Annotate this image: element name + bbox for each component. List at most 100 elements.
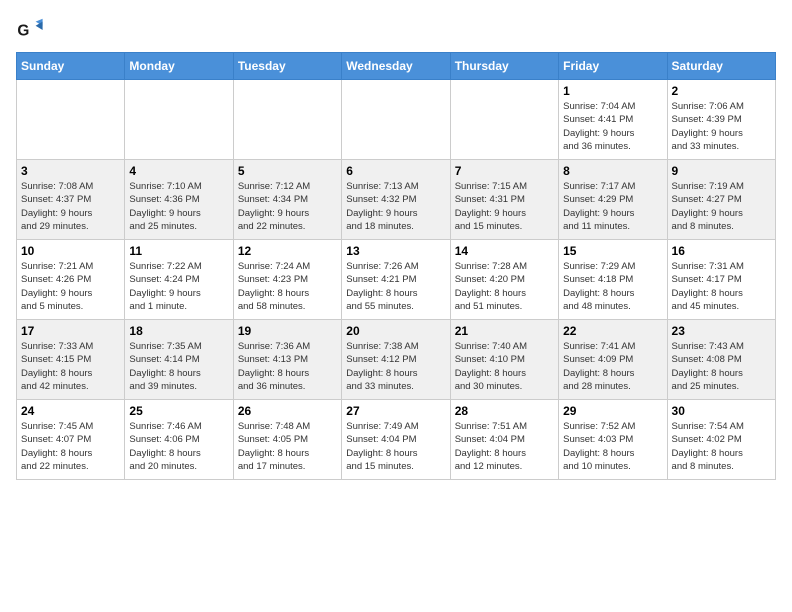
day-number: 22	[563, 324, 662, 338]
day-number: 21	[455, 324, 554, 338]
day-info: Sunrise: 7:29 AM Sunset: 4:18 PM Dayligh…	[563, 260, 662, 313]
day-number: 7	[455, 164, 554, 178]
day-header: Friday	[559, 53, 667, 80]
day-info: Sunrise: 7:51 AM Sunset: 4:04 PM Dayligh…	[455, 420, 554, 473]
calendar-cell: 11 Sunrise: 7:22 AM Sunset: 4:24 PM Dayli…	[125, 240, 233, 320]
day-number: 1	[563, 84, 662, 98]
calendar-cell	[125, 80, 233, 160]
day-info: Sunrise: 7:33 AM Sunset: 4:15 PM Dayligh…	[21, 340, 120, 393]
calendar-cell: 7 Sunrise: 7:15 AM Sunset: 4:31 PM Daylig…	[450, 160, 558, 240]
day-info: Sunrise: 7:08 AM Sunset: 4:37 PM Dayligh…	[21, 180, 120, 233]
day-number: 3	[21, 164, 120, 178]
day-number: 15	[563, 244, 662, 258]
day-number: 12	[238, 244, 337, 258]
day-header: Thursday	[450, 53, 558, 80]
calendar-cell: 5 Sunrise: 7:12 AM Sunset: 4:34 PM Daylig…	[233, 160, 341, 240]
calendar-cell: 14 Sunrise: 7:28 AM Sunset: 4:20 PM Dayli…	[450, 240, 558, 320]
calendar-week-row: 24 Sunrise: 7:45 AM Sunset: 4:07 PM Dayli…	[17, 400, 776, 480]
day-info: Sunrise: 7:36 AM Sunset: 4:13 PM Dayligh…	[238, 340, 337, 393]
day-number: 2	[672, 84, 771, 98]
calendar-cell: 27Sunrise: 7:49 AM Sunset: 4:04 PM Dayli…	[342, 400, 450, 480]
svg-text:G: G	[17, 23, 29, 40]
day-info: Sunrise: 7:54 AM Sunset: 4:02 PM Dayligh…	[672, 420, 771, 473]
calendar-cell	[450, 80, 558, 160]
day-number: 4	[129, 164, 228, 178]
day-number: 20	[346, 324, 445, 338]
day-info: Sunrise: 7:46 AM Sunset: 4:06 PM Dayligh…	[129, 420, 228, 473]
day-header: Sunday	[17, 53, 125, 80]
calendar-cell: 24 Sunrise: 7:45 AM Sunset: 4:07 PM Dayli…	[17, 400, 125, 480]
day-number: 5	[238, 164, 337, 178]
day-info: Sunrise: 7:40 AM Sunset: 4:10 PM Dayligh…	[455, 340, 554, 393]
logo-icon: G	[16, 16, 44, 44]
calendar-week-row: 1 Sunrise: 7:04 AM Sunset: 4:41 PM Daylig…	[17, 80, 776, 160]
calendar-cell: 26 Sunrise: 7:48 AM Sunset: 4:05 PM Dayli…	[233, 400, 341, 480]
day-number: 14	[455, 244, 554, 258]
day-number: 28	[455, 404, 554, 418]
calendar-cell: 9 Sunrise: 7:19 AM Sunset: 4:27 PM Daylig…	[667, 160, 775, 240]
day-info: Sunrise: 7:04 AM Sunset: 4:41 PM Dayligh…	[563, 100, 662, 153]
day-number: 16	[672, 244, 771, 258]
day-number: 30	[672, 404, 771, 418]
calendar-cell: 30 Sunrise: 7:54 AM Sunset: 4:02 PM Dayli…	[667, 400, 775, 480]
calendar-cell: 8Sunrise: 7:17 AM Sunset: 4:29 PM Daylig…	[559, 160, 667, 240]
day-info: Sunrise: 7:41 AM Sunset: 4:09 PM Dayligh…	[563, 340, 662, 393]
day-number: 17	[21, 324, 120, 338]
calendar-cell: 16Sunrise: 7:31 AM Sunset: 4:17 PM Dayli…	[667, 240, 775, 320]
day-info: Sunrise: 7:22 AM Sunset: 4:24 PM Dayligh…	[129, 260, 228, 313]
day-info: Sunrise: 7:26 AM Sunset: 4:21 PM Dayligh…	[346, 260, 445, 313]
calendar-cell: 29 Sunrise: 7:52 AM Sunset: 4:03 PM Dayli…	[559, 400, 667, 480]
calendar-cell: 18 Sunrise: 7:35 AM Sunset: 4:14 PM Dayli…	[125, 320, 233, 400]
logo: G	[16, 16, 48, 44]
day-info: Sunrise: 7:06 AM Sunset: 4:39 PM Dayligh…	[672, 100, 771, 153]
day-header: Tuesday	[233, 53, 341, 80]
calendar-cell: 15 Sunrise: 7:29 AM Sunset: 4:18 PM Dayli…	[559, 240, 667, 320]
calendar-cell: 3 Sunrise: 7:08 AM Sunset: 4:37 PM Daylig…	[17, 160, 125, 240]
day-number: 26	[238, 404, 337, 418]
day-number: 9	[672, 164, 771, 178]
calendar-cell: 19Sunrise: 7:36 AM Sunset: 4:13 PM Dayli…	[233, 320, 341, 400]
day-number: 25	[129, 404, 228, 418]
calendar-cell: 21 Sunrise: 7:40 AM Sunset: 4:10 PM Dayli…	[450, 320, 558, 400]
day-info: Sunrise: 7:35 AM Sunset: 4:14 PM Dayligh…	[129, 340, 228, 393]
day-info: Sunrise: 7:12 AM Sunset: 4:34 PM Dayligh…	[238, 180, 337, 233]
day-info: Sunrise: 7:43 AM Sunset: 4:08 PM Dayligh…	[672, 340, 771, 393]
day-info: Sunrise: 7:45 AM Sunset: 4:07 PM Dayligh…	[21, 420, 120, 473]
day-number: 29	[563, 404, 662, 418]
day-number: 24	[21, 404, 120, 418]
day-number: 13	[346, 244, 445, 258]
day-info: Sunrise: 7:10 AM Sunset: 4:36 PM Dayligh…	[129, 180, 228, 233]
calendar-cell: 17 Sunrise: 7:33 AM Sunset: 4:15 PM Dayli…	[17, 320, 125, 400]
day-info: Sunrise: 7:17 AM Sunset: 4:29 PM Dayligh…	[563, 180, 662, 233]
calendar-week-row: 3 Sunrise: 7:08 AM Sunset: 4:37 PM Daylig…	[17, 160, 776, 240]
day-header: Saturday	[667, 53, 775, 80]
calendar-cell: 10 Sunrise: 7:21 AM Sunset: 4:26 PM Dayli…	[17, 240, 125, 320]
day-info: Sunrise: 7:28 AM Sunset: 4:20 PM Dayligh…	[455, 260, 554, 313]
day-number: 10	[21, 244, 120, 258]
day-number: 23	[672, 324, 771, 338]
day-info: Sunrise: 7:15 AM Sunset: 4:31 PM Dayligh…	[455, 180, 554, 233]
calendar-cell	[233, 80, 341, 160]
calendar-header-row: SundayMondayTuesdayWednesdayThursdayFrid…	[17, 53, 776, 80]
day-header: Monday	[125, 53, 233, 80]
day-number: 6	[346, 164, 445, 178]
calendar-cell	[342, 80, 450, 160]
day-info: Sunrise: 7:13 AM Sunset: 4:32 PM Dayligh…	[346, 180, 445, 233]
calendar-cell: 13 Sunrise: 7:26 AM Sunset: 4:21 PM Dayli…	[342, 240, 450, 320]
calendar-cell: 25 Sunrise: 7:46 AM Sunset: 4:06 PM Dayli…	[125, 400, 233, 480]
calendar-cell: 4 Sunrise: 7:10 AM Sunset: 4:36 PM Daylig…	[125, 160, 233, 240]
day-info: Sunrise: 7:38 AM Sunset: 4:12 PM Dayligh…	[346, 340, 445, 393]
calendar-cell: 1 Sunrise: 7:04 AM Sunset: 4:41 PM Daylig…	[559, 80, 667, 160]
day-info: Sunrise: 7:21 AM Sunset: 4:26 PM Dayligh…	[21, 260, 120, 313]
day-info: Sunrise: 7:48 AM Sunset: 4:05 PM Dayligh…	[238, 420, 337, 473]
calendar-cell: 12 Sunrise: 7:24 AM Sunset: 4:23 PM Dayli…	[233, 240, 341, 320]
calendar-cell: 22 Sunrise: 7:41 AM Sunset: 4:09 PM Dayli…	[559, 320, 667, 400]
day-info: Sunrise: 7:19 AM Sunset: 4:27 PM Dayligh…	[672, 180, 771, 233]
calendar-cell	[17, 80, 125, 160]
day-header: Wednesday	[342, 53, 450, 80]
day-info: Sunrise: 7:52 AM Sunset: 4:03 PM Dayligh…	[563, 420, 662, 473]
day-number: 11	[129, 244, 228, 258]
calendar-week-row: 17 Sunrise: 7:33 AM Sunset: 4:15 PM Dayli…	[17, 320, 776, 400]
day-info: Sunrise: 7:24 AM Sunset: 4:23 PM Dayligh…	[238, 260, 337, 313]
day-number: 18	[129, 324, 228, 338]
